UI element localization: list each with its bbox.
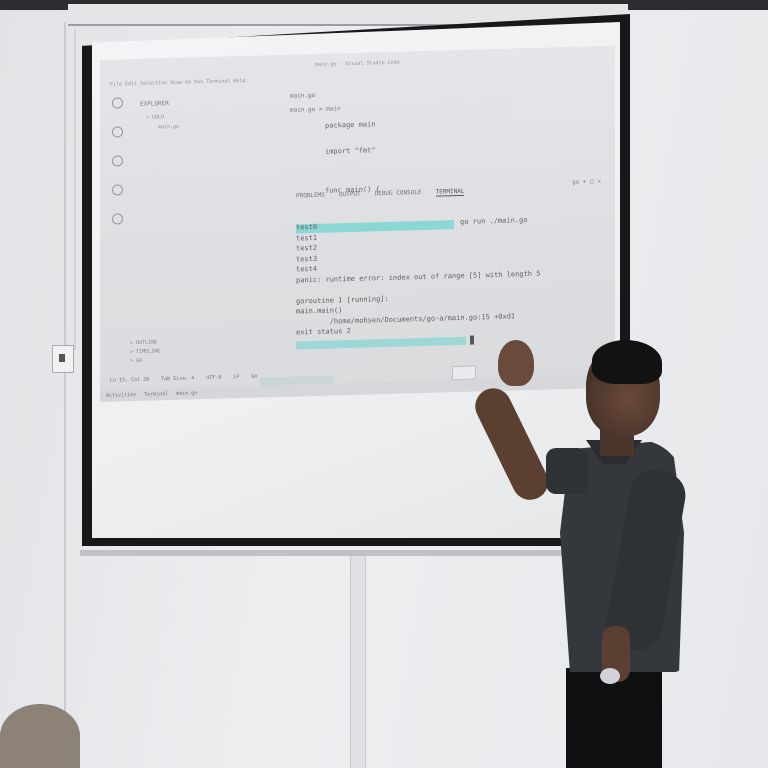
presenter: [0, 0, 768, 768]
audience-head: [0, 704, 80, 768]
presenter-arm: [469, 382, 555, 506]
wristwatch: [600, 668, 620, 684]
presenter-hair: [592, 340, 662, 384]
presenter-hand: [498, 340, 534, 386]
presenter-sleeve: [546, 448, 588, 494]
